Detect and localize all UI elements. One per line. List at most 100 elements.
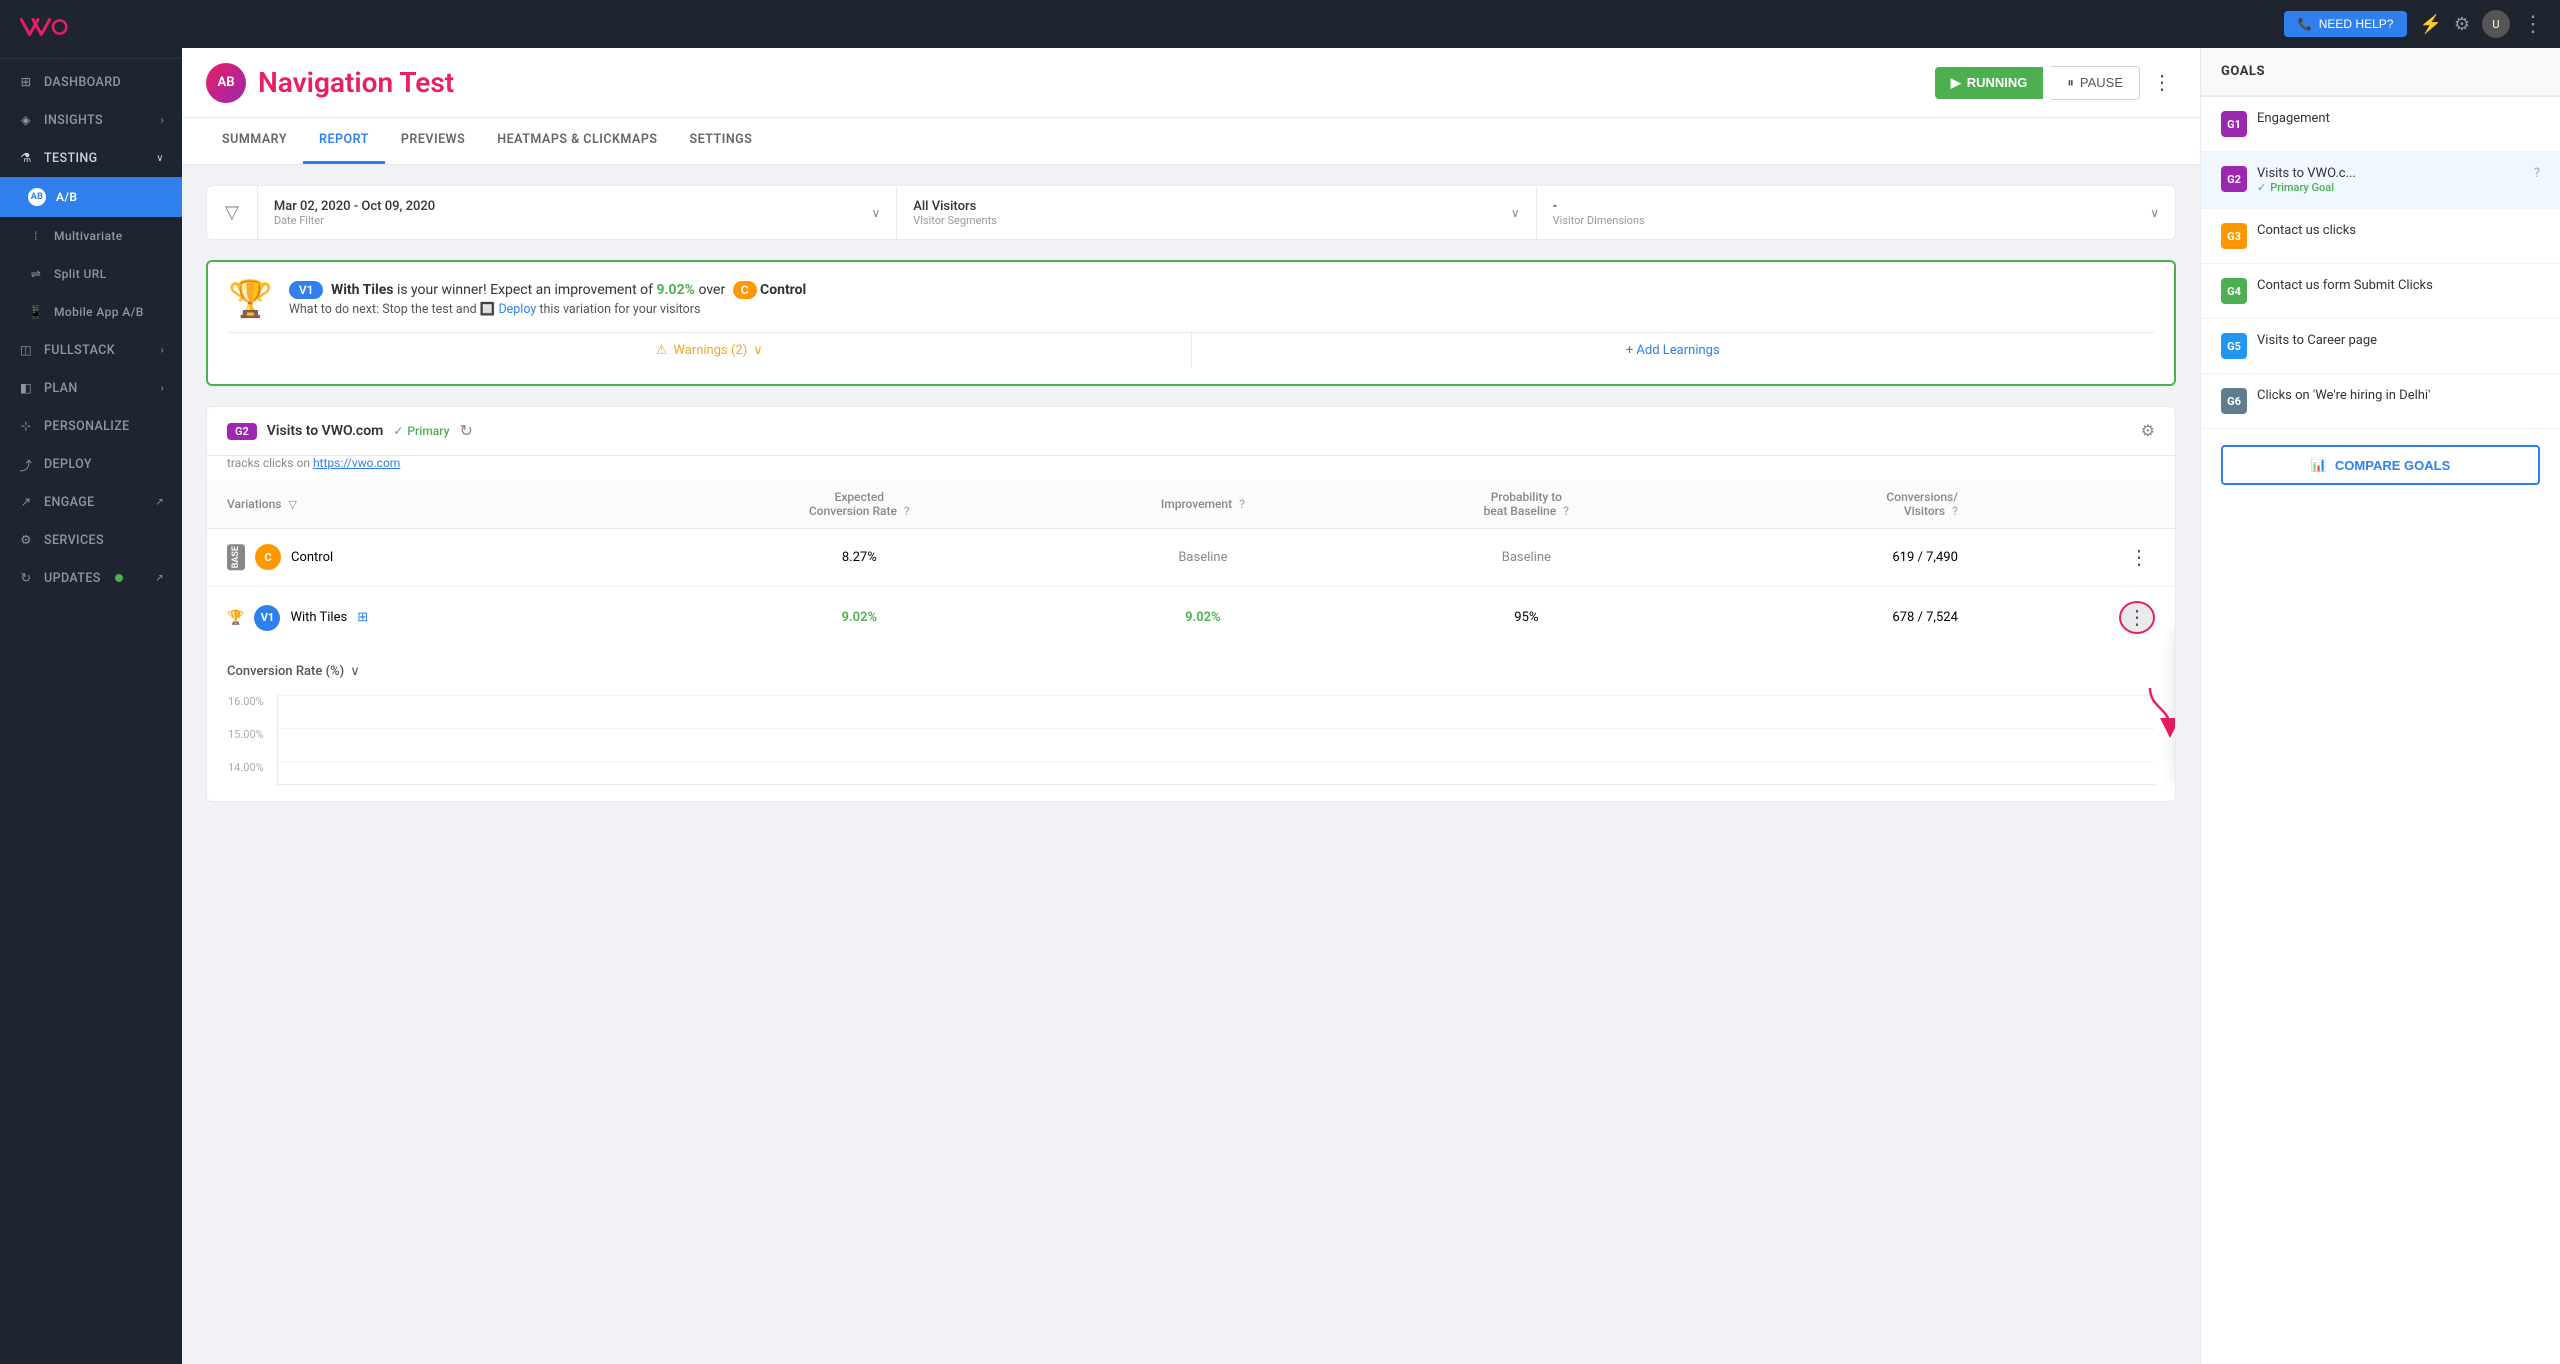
warning-icon: ⚠ xyxy=(656,343,668,358)
right-sidebar: GOALS G1 Engagement G2 Visits to VWO.c..… xyxy=(2200,48,2560,1364)
external-link-icon-2: ↗ xyxy=(155,573,164,584)
need-help-button[interactable]: 📞 NEED HELP? xyxy=(2284,11,2408,37)
col-actions xyxy=(1978,480,2175,529)
with-tiles-expected-rate: 9.02% xyxy=(677,587,1042,649)
user-avatar[interactable]: U xyxy=(2482,10,2510,38)
sidebar-item-dashboard[interactable]: ⊞ DASHBOARD xyxy=(0,63,182,101)
sidebar-item-services[interactable]: ⚙ SERVICES xyxy=(0,521,182,559)
chevron-right-icon-2: › xyxy=(161,345,164,356)
sidebar-item-fullstack[interactable]: ◫ FULLSTACK › xyxy=(0,331,182,369)
tab-settings[interactable]: SETTINGS xyxy=(673,118,768,164)
col-variations: Variations ▽ xyxy=(207,480,677,529)
compare-goals-button[interactable]: 📊 COMPARE GOALS xyxy=(2221,445,2540,485)
control-expected-rate: 8.27% xyxy=(677,529,1042,587)
sidebar-logo[interactable] xyxy=(0,0,182,59)
help-icon-2: ? xyxy=(1239,497,1245,511)
services-icon: ⚙ xyxy=(18,532,34,548)
sidebar-item-engage[interactable]: ↗ ENGAGE ↗ xyxy=(0,483,182,521)
engage-icon: ↗ xyxy=(18,494,34,510)
notification-icon[interactable]: ⚡ xyxy=(2419,14,2441,35)
tab-report[interactable]: REPORT xyxy=(303,118,385,164)
refresh-button[interactable]: ↻ xyxy=(459,421,472,441)
goal-item-hiring[interactable]: G6 Clicks on 'We're hiring in Delhi' xyxy=(2201,374,2560,429)
tab-summary[interactable]: SUMMARY xyxy=(206,118,303,164)
sidebar-item-personalize[interactable]: ⊹ PERSONALIZE xyxy=(0,407,182,445)
sidebar-section-main: ⊞ DASHBOARD ◈ INSIGHTS › ⚗ TESTING ∨ AB … xyxy=(0,59,182,601)
sidebar-item-mobile-app[interactable]: 📱 Mobile App A/B xyxy=(0,293,182,331)
goal-item-career[interactable]: G5 Visits to Career page xyxy=(2201,319,2560,374)
running-button[interactable]: ▶ RUNNING xyxy=(1935,67,2044,99)
tab-heatmaps[interactable]: HEATMAPS & CLICKMAPS xyxy=(481,118,673,164)
visitor-dimensions-filter[interactable]: - Visitor Dimensions ∨ xyxy=(1537,187,2175,239)
winner-content: 🏆 V1 With Tiles is your winner! Expect a… xyxy=(228,278,2154,320)
flask-icon: ⚗ xyxy=(18,150,34,166)
goal-item-engagement[interactable]: G1 Engagement xyxy=(2201,97,2560,152)
goal-item-career-label: Visits to Career page xyxy=(2257,333,2540,348)
visitor-segments-value: All Visitors xyxy=(913,199,997,214)
g4-badge: G4 xyxy=(2221,278,2247,304)
pause-button[interactable]: ⏸ PAUSE xyxy=(2051,66,2140,100)
table-header: Variations ▽ ExpectedConversion Rate ? I… xyxy=(207,480,2175,529)
data-table: Variations ▽ ExpectedConversion Rate ? I… xyxy=(207,480,2175,648)
sidebar-item-split-url[interactable]: ⇌ Split URL xyxy=(0,255,182,293)
sidebar-item-updates[interactable]: ↻ UPDATES ↗ xyxy=(0,559,182,597)
sidebar-item-multivariate[interactable]: ⁞ Multivariate xyxy=(0,217,182,255)
filter-icon-area: ▽ xyxy=(207,186,258,239)
goal-item-contact-clicks[interactable]: G3 Contact us clicks xyxy=(2201,209,2560,264)
filter-col-icon: ▽ xyxy=(288,498,296,511)
dropdown-menu: Use this as baseline Disable variation P… xyxy=(2175,623,2176,779)
g1-badge: G1 xyxy=(2221,111,2247,137)
trophy-icon: 🏆 xyxy=(228,278,273,320)
winner-main-text: V1 With Tiles is your winner! Expect an … xyxy=(289,282,2154,298)
warnings-button[interactable]: ⚠ Warnings (2) ∨ xyxy=(228,333,1192,368)
chart-dropdown-icon[interactable]: ∨ xyxy=(350,664,360,679)
deploy-link[interactable]: Deploy xyxy=(498,302,536,317)
with-tiles-more-button[interactable]: ⋮ xyxy=(2119,601,2155,634)
grid-icon: ⊞ xyxy=(18,74,34,90)
banner-actions: ⚠ Warnings (2) ∨ + Add Learnings xyxy=(228,332,2154,368)
primary-goal-label: ✓ Primary Goal xyxy=(2257,181,2524,194)
add-learnings-button[interactable]: + Add Learnings xyxy=(1192,333,2155,368)
sidebar-item-plan[interactable]: ◧ PLAN › xyxy=(0,369,182,407)
col-improvement: Improvement ? xyxy=(1042,480,1364,529)
goal-name: Visits to VWO.com xyxy=(267,423,384,439)
date-filter-segment[interactable]: Mar 02, 2020 - Oct 09, 2020 Date Filter … xyxy=(258,187,897,239)
check-icon: ✓ xyxy=(393,424,403,438)
more-menu-icon[interactable]: ⋮ xyxy=(2522,12,2544,37)
page-more-button[interactable]: ⋮ xyxy=(2148,66,2176,99)
goal-item-contact-form[interactable]: G4 Contact us form Submit Clicks xyxy=(2201,264,2560,319)
settings-icon[interactable]: ⚙ xyxy=(2454,14,2470,35)
gear-button[interactable]: ⚙ xyxy=(2141,421,2155,441)
sidebar-item-deploy[interactable]: ⤴ DEPLOY xyxy=(0,445,182,483)
table-row: BASE C Control 8.27% Baseline Baseline 6… xyxy=(207,529,2175,587)
conversion-chart-title: Conversion Rate (%) ∨ xyxy=(227,664,2155,679)
filter-icon: ▽ xyxy=(225,202,239,223)
personalize-icon: ⊹ xyxy=(18,418,34,434)
deploy-small-icon: ⊞ xyxy=(357,610,368,625)
tab-previews[interactable]: PREVIEWS xyxy=(385,118,481,164)
g2-badge-sidebar: G2 xyxy=(2221,166,2247,192)
g5-badge: G5 xyxy=(2221,333,2247,359)
control-badge: C xyxy=(255,544,281,570)
sidebar-item-testing[interactable]: ⚗ TESTING ∨ xyxy=(0,139,182,177)
chevron-down-icon: ∨ xyxy=(156,153,164,164)
visitor-segments-label: Visitor Segments xyxy=(913,214,997,227)
sidebar-item-insights[interactable]: ◈ INSIGHTS › xyxy=(0,101,182,139)
chart-y-label-2: 15.00% xyxy=(228,728,264,741)
table-row: 🏆 V1 With Tiles ⊞ 9.02% 9.02% 95% 678 / xyxy=(207,587,2175,649)
chart-gridline-1 xyxy=(278,695,2155,696)
goal-item-visits-vwo[interactable]: G2 Visits to VWO.c... ✓ Primary Goal ? xyxy=(2201,152,2560,209)
winner-text-body: is your winner! Expect an improvement of xyxy=(397,282,657,298)
primary-badge: ✓ Primary xyxy=(393,424,449,438)
g6-badge: G6 xyxy=(2221,388,2247,414)
conversion-section: Conversion Rate (%) ∨ 16.00% 15.00% 14.0… xyxy=(207,648,2175,801)
control-name: Control xyxy=(291,550,333,565)
visitor-segments-filter[interactable]: All Visitors Visitor Segments ∨ xyxy=(897,187,1536,239)
content-area: AB Navigation Test ▶ RUNNING ⏸ PAUSE ⋮ xyxy=(182,48,2560,1364)
control-actions: ⋮ xyxy=(1978,529,2175,587)
goal-table: G2 Visits to VWO.com ✓ Primary ↻ ⚙ track… xyxy=(206,406,2176,802)
sidebar-item-ab[interactable]: AB A/B xyxy=(0,177,182,217)
chart-gridline-3 xyxy=(278,761,2155,762)
control-more-button[interactable]: ⋮ xyxy=(2123,543,2155,572)
goal-url-link[interactable]: https://vwo.com xyxy=(313,456,400,470)
